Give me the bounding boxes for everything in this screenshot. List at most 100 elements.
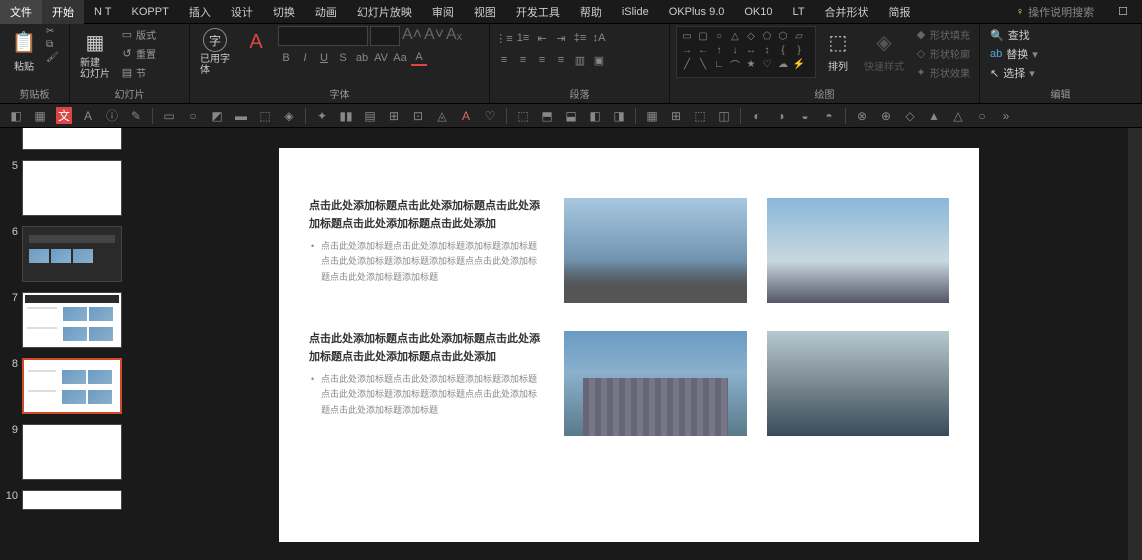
image-placeholder-2[interactable] bbox=[767, 198, 949, 303]
layout-button[interactable]: ▭版式 bbox=[118, 26, 158, 43]
shapes-gallery[interactable]: ▭▢○△◇⬠⬡▱ →←↑↓↔↕{} ╱╲∟⌒★♡☁⚡ bbox=[676, 26, 816, 78]
share-button[interactable]: ☐ bbox=[1104, 5, 1142, 18]
copy-icon[interactable]: ⧉ bbox=[46, 39, 59, 50]
qa-icon[interactable]: ◧ bbox=[8, 109, 24, 123]
thumbnail-partial[interactable] bbox=[0, 128, 130, 152]
qa-icon[interactable]: ▦ bbox=[644, 109, 660, 123]
format-painter-icon[interactable]: 🖌 bbox=[46, 52, 59, 63]
qa-icon[interactable]: ▭ bbox=[161, 109, 177, 123]
line-spacing-icon[interactable]: ‡≡ bbox=[572, 30, 588, 46]
qa-icon[interactable]: ⬒ bbox=[539, 109, 555, 123]
new-slide-button[interactable]: ▦ 新建 幻灯片 bbox=[76, 26, 114, 82]
tab-transitions[interactable]: 切换 bbox=[263, 0, 305, 24]
qa-icon[interactable]: △ bbox=[950, 109, 966, 123]
tab-okplus[interactable]: OKPlus 9.0 bbox=[659, 2, 735, 22]
qa-icon[interactable]: A bbox=[80, 109, 96, 123]
vertical-scrollbar[interactable] bbox=[1128, 128, 1142, 560]
shape-outline-button[interactable]: ◇形状轮廓 bbox=[912, 45, 972, 62]
spacing-icon[interactable]: AV bbox=[373, 50, 389, 66]
qa-icon[interactable]: ⊕ bbox=[878, 109, 894, 123]
tab-lt[interactable]: LT bbox=[783, 2, 815, 22]
qa-icon[interactable]: ◒ bbox=[797, 109, 813, 123]
qa-icon[interactable]: ○ bbox=[974, 109, 990, 123]
align-left-icon[interactable]: ≡ bbox=[496, 52, 512, 68]
arrange-button[interactable]: ⬚ 排列 bbox=[820, 26, 856, 75]
text-block-1[interactable]: 点击此处添加标题点击此处添加标题点击此处添加标题点击此处添加标题点击此处添加 点… bbox=[309, 198, 544, 303]
tab-view[interactable]: 视图 bbox=[464, 0, 506, 24]
clear-icon[interactable]: Aₓ bbox=[446, 26, 462, 46]
qa-icon[interactable]: ⓘ bbox=[104, 107, 120, 124]
tab-ok10[interactable]: OK10 bbox=[734, 2, 782, 22]
qa-icon[interactable]: ⬚ bbox=[515, 109, 531, 123]
thumbnail-6[interactable]: 6 bbox=[0, 224, 130, 284]
qa-icon[interactable]: ◇ bbox=[902, 109, 918, 123]
select-button[interactable]: ↖选择▾ bbox=[986, 64, 1042, 82]
qa-icon[interactable]: ▤ bbox=[362, 109, 378, 123]
bullets-icon[interactable]: ⋮≡ bbox=[496, 30, 512, 46]
qa-icon[interactable]: ◫ bbox=[716, 109, 732, 123]
thumbnail-8[interactable]: 8 bbox=[0, 356, 130, 416]
text-direction-icon[interactable]: ↕A bbox=[591, 30, 607, 46]
qa-icon[interactable]: ◈ bbox=[281, 109, 297, 123]
qa-icon[interactable]: ◓ bbox=[821, 109, 837, 123]
qa-overflow-icon[interactable]: » bbox=[998, 109, 1014, 123]
tab-home[interactable]: 开始 bbox=[42, 0, 84, 24]
qa-icon[interactable]: ◩ bbox=[209, 109, 225, 123]
current-slide[interactable]: 点击此处添加标题点击此处添加标题点击此处添加标题点击此处添加标题点击此处添加 点… bbox=[279, 148, 979, 542]
qa-chart-icon[interactable]: ▮▮ bbox=[338, 109, 354, 123]
qa-icon[interactable]: ▬ bbox=[233, 109, 249, 123]
qa-icon[interactable]: ⬚ bbox=[692, 109, 708, 123]
replace-button[interactable]: ab替换▾ bbox=[986, 45, 1042, 63]
strike-icon[interactable]: S bbox=[335, 50, 351, 66]
tell-me-search[interactable]: ♀ 操作说明搜索 bbox=[1016, 4, 1104, 20]
slide-editor-area[interactable]: 点击此处添加标题点击此处添加标题点击此处添加标题点击此处添加标题点击此处添加 点… bbox=[130, 128, 1128, 560]
shape-fill-button[interactable]: ◆形状填充 bbox=[912, 26, 972, 43]
find-button[interactable]: 🔍查找 bbox=[986, 26, 1042, 44]
tab-brief[interactable]: 简报 bbox=[879, 0, 921, 24]
indent-left-icon[interactable]: ⇤ bbox=[534, 30, 550, 46]
qa-icon[interactable]: A bbox=[458, 109, 474, 123]
tab-file[interactable]: 文件 bbox=[0, 0, 42, 24]
used-fonts-button[interactable]: 字 已用字 体 bbox=[196, 26, 234, 78]
tab-nt[interactable]: N T bbox=[84, 2, 122, 22]
shape-effects-button[interactable]: ✦形状效果 bbox=[912, 64, 972, 81]
qa-icon[interactable]: ⊞ bbox=[668, 109, 684, 123]
qa-icon[interactable]: ○ bbox=[185, 109, 201, 123]
tab-islide[interactable]: iSlide bbox=[612, 2, 659, 22]
thumbnail-7[interactable]: 7 bbox=[0, 290, 130, 350]
tab-insert[interactable]: 插入 bbox=[179, 0, 221, 24]
increase-font-icon[interactable]: A˄ bbox=[402, 26, 422, 46]
qa-icon[interactable]: ⊞ bbox=[386, 109, 402, 123]
paste-button[interactable]: 📋 粘贴 bbox=[6, 26, 42, 75]
font-color-icon[interactable]: A bbox=[411, 50, 427, 66]
tab-koppt[interactable]: KOPPT bbox=[122, 2, 179, 22]
qa-icon[interactable]: ◐ bbox=[749, 109, 765, 123]
thumbnail-10[interactable]: 10 bbox=[0, 488, 130, 512]
columns-icon[interactable]: ▥ bbox=[572, 52, 588, 68]
thumbnail-9[interactable]: 9 bbox=[0, 422, 130, 482]
qa-icon[interactable]: ◨ bbox=[611, 109, 627, 123]
qa-icon[interactable]: ♡ bbox=[482, 109, 498, 123]
quick-styles-button[interactable]: ◈ 快速样式 bbox=[860, 26, 908, 75]
tab-design[interactable]: 设计 bbox=[221, 0, 263, 24]
tab-animations[interactable]: 动画 bbox=[305, 0, 347, 24]
qa-icon[interactable]: ⊗ bbox=[854, 109, 870, 123]
underline-icon[interactable]: U bbox=[316, 50, 332, 66]
tab-review[interactable]: 审阅 bbox=[422, 0, 464, 24]
qa-icon[interactable]: ✦ bbox=[314, 109, 330, 123]
align-right-icon[interactable]: ≡ bbox=[534, 52, 550, 68]
numbering-icon[interactable]: 1≡ bbox=[515, 30, 531, 46]
cut-icon[interactable]: ✂ bbox=[46, 26, 59, 37]
qa-icon[interactable]: ◧ bbox=[587, 109, 603, 123]
image-placeholder-3[interactable] bbox=[564, 331, 746, 436]
decrease-font-icon[interactable]: A˅ bbox=[424, 26, 444, 46]
tab-developer[interactable]: 开发工具 bbox=[506, 0, 570, 24]
qa-icon[interactable]: ▲ bbox=[926, 109, 942, 123]
qa-icon[interactable]: ◑ bbox=[773, 109, 789, 123]
section-button[interactable]: ▤节 bbox=[118, 64, 158, 81]
bold-icon[interactable]: B bbox=[278, 50, 294, 66]
tab-slideshow[interactable]: 幻灯片放映 bbox=[347, 0, 422, 24]
case-icon[interactable]: Aa bbox=[392, 50, 408, 66]
qa-icon[interactable]: ▦ bbox=[32, 109, 48, 123]
clear-format-button[interactable]: A bbox=[238, 26, 274, 58]
